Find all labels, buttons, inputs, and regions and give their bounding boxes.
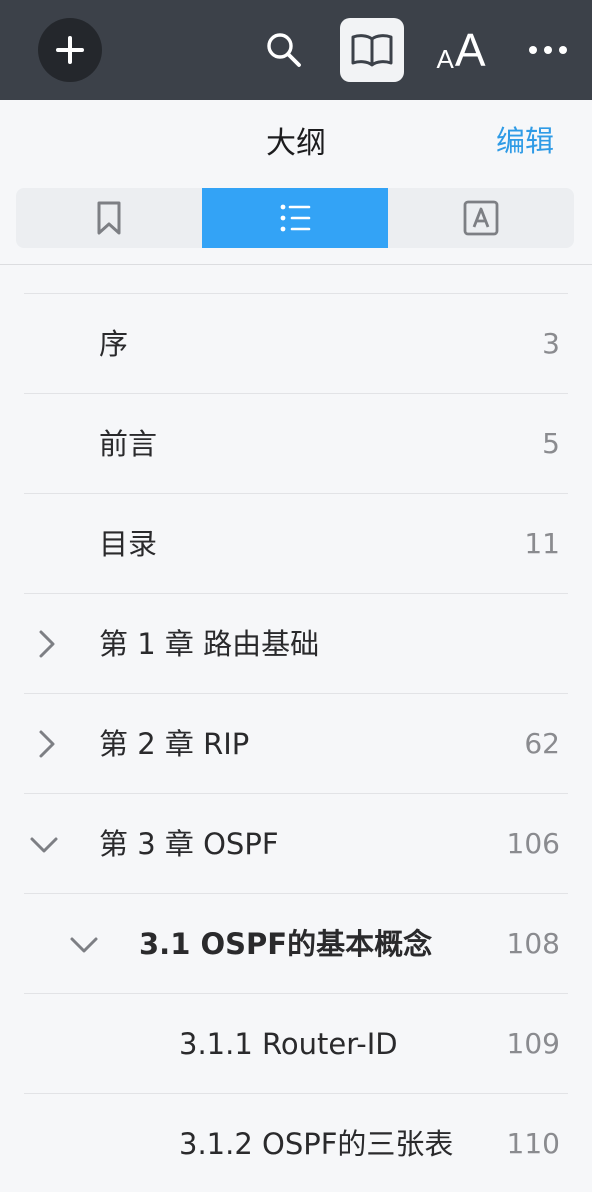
outline-list: 序 3 前言 5 目录 11 第 1 章 路由基础 第 2 章 RIP 62 第… <box>0 265 592 1192</box>
outline-row-page: 108 <box>506 927 560 960</box>
outline-row-section-3-1-2[interactable]: 3.1.2 OSPF的三张表 110 <box>24 1093 568 1192</box>
outline-row-page: 109 <box>506 1027 560 1060</box>
outline-row-page: 110 <box>506 1127 560 1160</box>
outline-row-label: 第 3 章 OSPF <box>99 827 279 861</box>
outline-row-page: 5 <box>542 427 560 460</box>
outline-row-label: 3.1.2 OSPF的三张表 <box>179 1127 454 1161</box>
edit-button[interactable]: 编辑 <box>496 118 554 160</box>
outline-panel-header: 大纲 编辑 <box>0 100 592 265</box>
chevron-right-icon[interactable] <box>30 628 62 660</box>
outline-list-icon <box>280 204 311 232</box>
outline-book-button[interactable] <box>340 18 404 82</box>
annotation-icon <box>463 200 499 236</box>
top-toolbar: A A <box>0 0 592 100</box>
panel-segmented-control <box>16 188 574 248</box>
more-button[interactable] <box>520 22 576 78</box>
outline-row-label: 第 1 章 路由基础 <box>99 627 320 661</box>
add-button[interactable] <box>38 18 102 82</box>
outline-row-section-3-1[interactable]: 3.1 OSPF的基本概念 108 <box>24 893 568 994</box>
outline-row-label: 第 2 章 RIP <box>99 727 250 761</box>
chevron-down-icon[interactable] <box>68 928 100 960</box>
outline-row-page: 11 <box>524 527 560 560</box>
tab-bookmarks[interactable] <box>16 188 202 248</box>
outline-row-chapter-1[interactable]: 第 1 章 路由基础 <box>24 593 568 694</box>
tab-annotations[interactable] <box>388 188 574 248</box>
outline-row-page: 3 <box>542 327 560 360</box>
chevron-right-icon[interactable] <box>30 728 62 760</box>
outline-row-page: 106 <box>506 827 560 860</box>
font-small-glyph: A <box>436 44 454 74</box>
book-icon <box>351 34 393 67</box>
outline-row-label: 目录 <box>99 527 158 561</box>
outline-row-foreword[interactable]: 前言 5 <box>24 393 568 494</box>
outline-row-label: 前言 <box>99 427 158 461</box>
outline-row-label: 3.1.1 Router-ID <box>179 1027 398 1061</box>
search-icon <box>267 33 301 67</box>
outline-row-label: 序 <box>99 327 129 361</box>
bookmark-icon <box>97 201 121 235</box>
outline-row-section-3-1-1[interactable]: 3.1.1 Router-ID 109 <box>24 993 568 1094</box>
outline-row-preface[interactable]: 序 3 <box>24 293 568 394</box>
outline-row-label: 3.1 OSPF的基本概念 <box>139 927 433 961</box>
search-button[interactable] <box>256 22 312 78</box>
outline-row-chapter-2[interactable]: 第 2 章 RIP 62 <box>24 693 568 794</box>
outline-row-chapter-3[interactable]: 第 3 章 OSPF 106 <box>24 793 568 894</box>
font-size-button[interactable]: A A <box>428 22 494 78</box>
outline-row-contents[interactable]: 目录 11 <box>24 493 568 594</box>
chevron-down-icon[interactable] <box>28 828 60 860</box>
outline-row-page: 62 <box>524 727 560 760</box>
tab-outline[interactable] <box>202 188 388 248</box>
font-large-glyph: A <box>454 24 486 76</box>
plus-icon <box>56 36 84 64</box>
more-icon <box>529 46 567 54</box>
